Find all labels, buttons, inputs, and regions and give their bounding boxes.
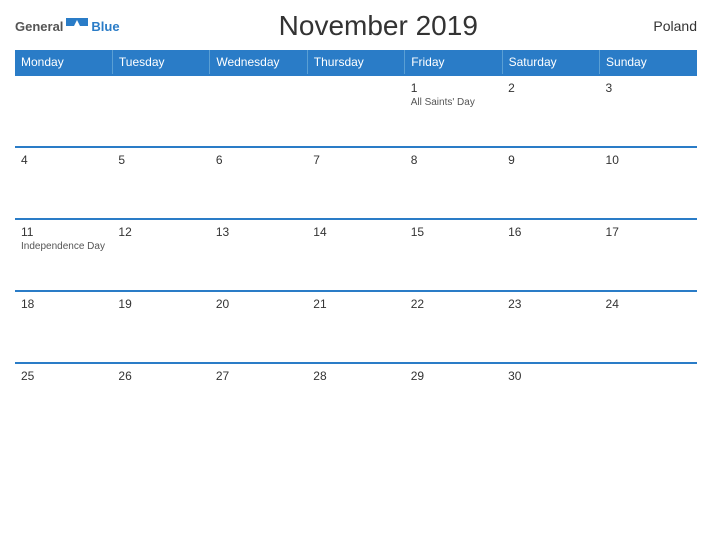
day-number: 24 <box>606 297 691 311</box>
calendar-cell: 28 <box>307 363 404 435</box>
day-number: 9 <box>508 153 593 167</box>
calendar-cell: 5 <box>112 147 209 219</box>
calendar-cell <box>112 75 209 147</box>
holiday-label: All Saints' Day <box>411 97 496 108</box>
day-number: 13 <box>216 225 301 239</box>
header-tuesday: Tuesday <box>112 50 209 75</box>
calendar-cell: 21 <box>307 291 404 363</box>
logo-blue-text: Blue <box>91 19 119 34</box>
calendar-cell: 18 <box>15 291 112 363</box>
logo-flag-icon <box>66 18 88 34</box>
calendar-cell: 16 <box>502 219 599 291</box>
day-number: 3 <box>606 81 691 95</box>
day-number: 10 <box>606 153 691 167</box>
day-number: 26 <box>118 369 203 383</box>
day-number: 29 <box>411 369 496 383</box>
calendar-cell: 6 <box>210 147 307 219</box>
day-number: 22 <box>411 297 496 311</box>
day-number: 5 <box>118 153 203 167</box>
calendar-cell: 10 <box>600 147 697 219</box>
day-number: 7 <box>313 153 398 167</box>
calendar-cell: 22 <box>405 291 502 363</box>
calendar-cell: 27 <box>210 363 307 435</box>
calendar-cell <box>210 75 307 147</box>
day-number: 14 <box>313 225 398 239</box>
calendar-cell: 25 <box>15 363 112 435</box>
day-number: 2 <box>508 81 593 95</box>
calendar-cell: 7 <box>307 147 404 219</box>
day-number: 30 <box>508 369 593 383</box>
country-label: Poland <box>637 18 697 34</box>
day-number: 1 <box>411 81 496 95</box>
day-number: 25 <box>21 369 106 383</box>
calendar-cell: 30 <box>502 363 599 435</box>
calendar-cell: 29 <box>405 363 502 435</box>
calendar-cell <box>307 75 404 147</box>
calendar-cell <box>15 75 112 147</box>
day-number: 21 <box>313 297 398 311</box>
calendar-cell: 19 <box>112 291 209 363</box>
header: General Blue November 2019 Poland <box>15 10 697 42</box>
calendar-cell: 4 <box>15 147 112 219</box>
calendar-table: Monday Tuesday Wednesday Thursday Friday… <box>15 50 697 435</box>
weekday-header-row: Monday Tuesday Wednesday Thursday Friday… <box>15 50 697 75</box>
day-number: 15 <box>411 225 496 239</box>
calendar-cell: 24 <box>600 291 697 363</box>
calendar-week-row: 1 All Saints' Day 23 <box>15 75 697 147</box>
logo-general-text: General <box>15 19 63 34</box>
calendar-week-row: 18 19 20 21 22 23 24 <box>15 291 697 363</box>
header-sunday: Sunday <box>600 50 697 75</box>
day-number: 12 <box>118 225 203 239</box>
calendar-cell: 17 <box>600 219 697 291</box>
calendar-cell: 2 <box>502 75 599 147</box>
calendar-cell: 1 All Saints' Day <box>405 75 502 147</box>
day-number: 8 <box>411 153 496 167</box>
day-number: 4 <box>21 153 106 167</box>
calendar-cell: 12 <box>112 219 209 291</box>
calendar-cell: 3 <box>600 75 697 147</box>
header-friday: Friday <box>405 50 502 75</box>
day-number: 23 <box>508 297 593 311</box>
calendar-cell: 13 <box>210 219 307 291</box>
calendar-cell: 14 <box>307 219 404 291</box>
day-number: 11 <box>21 225 106 239</box>
day-number: 27 <box>216 369 301 383</box>
calendar-week-row: 25 26 27 28 29 30 <box>15 363 697 435</box>
holiday-label: Independence Day <box>21 241 106 252</box>
calendar-week-row: 11 Independence Day 12 13 14 15 16 17 <box>15 219 697 291</box>
calendar-title: November 2019 <box>120 10 637 42</box>
header-wednesday: Wednesday <box>210 50 307 75</box>
calendar-page: General Blue November 2019 Poland Monday… <box>0 0 712 550</box>
calendar-cell: 23 <box>502 291 599 363</box>
header-saturday: Saturday <box>502 50 599 75</box>
calendar-cell: 9 <box>502 147 599 219</box>
logo: General Blue <box>15 18 120 34</box>
calendar-cell: 26 <box>112 363 209 435</box>
day-number: 17 <box>606 225 691 239</box>
calendar-cell: 11 Independence Day <box>15 219 112 291</box>
calendar-cell: 8 <box>405 147 502 219</box>
calendar-cell <box>600 363 697 435</box>
header-thursday: Thursday <box>307 50 404 75</box>
day-number: 6 <box>216 153 301 167</box>
day-number: 28 <box>313 369 398 383</box>
calendar-cell: 15 <box>405 219 502 291</box>
calendar-week-row: 456789 10 <box>15 147 697 219</box>
calendar-cell: 20 <box>210 291 307 363</box>
day-number: 20 <box>216 297 301 311</box>
day-number: 16 <box>508 225 593 239</box>
header-monday: Monday <box>15 50 112 75</box>
day-number: 18 <box>21 297 106 311</box>
day-number: 19 <box>118 297 203 311</box>
